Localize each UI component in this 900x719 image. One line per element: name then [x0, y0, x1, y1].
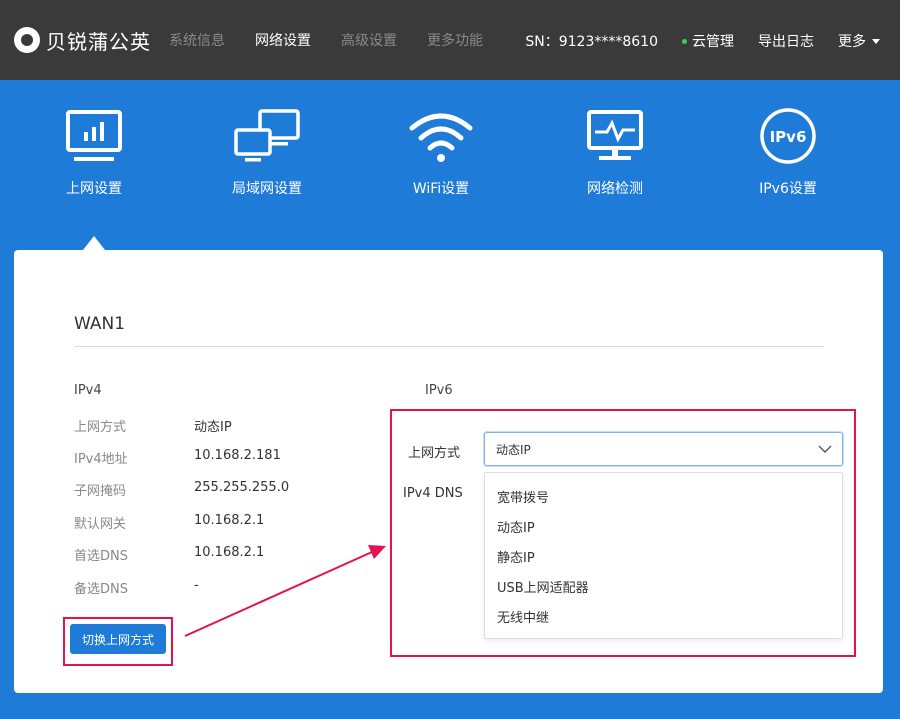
- annotation-arrow: [184, 545, 386, 637]
